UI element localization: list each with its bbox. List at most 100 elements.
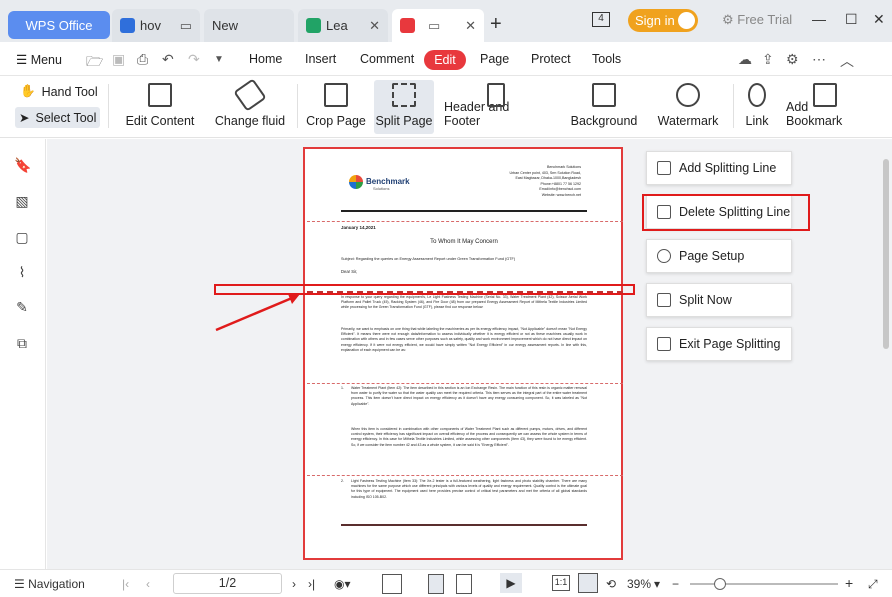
menu-home[interactable]: Home bbox=[249, 52, 282, 66]
attachment-icon[interactable]: ⌇ bbox=[14, 264, 30, 280]
select-tool-button[interactable]: ➤ Select Tool bbox=[15, 107, 101, 128]
menu-tools[interactable]: Tools bbox=[592, 52, 621, 66]
exit-page-splitting-button[interactable]: Exit Page Splitting bbox=[646, 327, 792, 361]
first-page-icon[interactable]: |‹ bbox=[122, 577, 129, 591]
crop-icon bbox=[324, 83, 348, 107]
header-footer-button[interactable]: Header and Footer bbox=[444, 80, 548, 134]
zoom-slider[interactable] bbox=[690, 583, 838, 585]
split-page-button[interactable]: Split Page bbox=[374, 80, 434, 134]
share-icon[interactable]: ⇪ bbox=[762, 51, 774, 68]
rotate-icon[interactable]: ⟲ bbox=[606, 577, 616, 591]
maximize-icon[interactable]: ☐ bbox=[845, 11, 858, 28]
menu-page[interactable]: Page bbox=[480, 52, 509, 66]
list-item-1: Water Treatment Plant (Item 42): The ite… bbox=[351, 386, 587, 406]
splitting-line[interactable] bbox=[307, 475, 623, 476]
menu-edit[interactable]: Edit bbox=[424, 50, 466, 70]
vertical-scrollbar[interactable] bbox=[880, 139, 892, 569]
actual-size-icon[interactable]: 1:1 bbox=[552, 575, 570, 591]
list-marker: 1. bbox=[341, 386, 344, 390]
splitting-line[interactable] bbox=[307, 383, 623, 384]
menu-comment[interactable]: Comment bbox=[360, 52, 414, 66]
save-icon[interactable]: ▣ bbox=[112, 51, 125, 68]
tab-label: hov bbox=[140, 18, 161, 33]
tab-document-2[interactable]: hov ▭ bbox=[112, 9, 200, 42]
list-item-2: Light Fastness Testing Machine (Item 33)… bbox=[351, 479, 587, 499]
zoom-dropdown-icon[interactable]: ▾ bbox=[654, 577, 660, 591]
free-trial-button[interactable]: ⚙ Free Trial bbox=[722, 12, 792, 28]
cloud-icon[interactable]: ☁ bbox=[738, 51, 752, 68]
watermark-button[interactable]: Watermark bbox=[652, 80, 724, 134]
tab-label: WPS Office bbox=[25, 17, 93, 33]
logo-subtext: Solutions bbox=[373, 186, 390, 191]
close-icon[interactable]: ✕ bbox=[369, 18, 380, 34]
open-folder-icon[interactable]: 🗁 bbox=[86, 51, 103, 75]
tab-active-pdf[interactable]: ▭ ✕ bbox=[392, 9, 484, 42]
close-window-icon[interactable]: ✕ bbox=[873, 11, 885, 28]
page-number-input[interactable]: 1/2 bbox=[173, 573, 282, 594]
close-icon[interactable]: ✕ bbox=[465, 18, 476, 34]
play-icon[interactable]: ▶ bbox=[500, 573, 522, 593]
signature-icon[interactable]: ✎ bbox=[14, 299, 30, 315]
single-page-icon[interactable] bbox=[382, 574, 402, 594]
scrollbar-thumb[interactable] bbox=[883, 159, 889, 349]
paragraph-2: Primarily, we want to emphasis on one th… bbox=[341, 327, 587, 352]
background-button[interactable]: Background bbox=[566, 80, 642, 134]
compare-icon[interactable]: ⧉ bbox=[14, 335, 30, 351]
exit-icon bbox=[657, 337, 671, 351]
menu-insert[interactable]: Insert bbox=[305, 52, 336, 66]
sign-in-button[interactable]: Sign in bbox=[628, 9, 698, 32]
splitting-line[interactable] bbox=[307, 221, 623, 222]
sheet-icon bbox=[306, 18, 321, 33]
chevron-down-icon[interactable]: ▼ bbox=[214, 54, 224, 65]
gear-icon bbox=[657, 249, 671, 263]
zoom-level[interactable]: 39% bbox=[627, 577, 651, 591]
edit-content-button[interactable]: Edit Content bbox=[118, 80, 202, 134]
annotation-arrow bbox=[215, 294, 300, 332]
hand-tool-button[interactable]: ✋ Hand Tool bbox=[20, 84, 98, 99]
prev-page-icon[interactable]: ‹ bbox=[146, 577, 150, 591]
tab-wps-office[interactable]: WPS Office bbox=[8, 11, 110, 39]
minimize-icon[interactable]: — bbox=[812, 11, 826, 27]
page-setup-button[interactable]: Page Setup bbox=[646, 239, 792, 273]
last-page-icon[interactable]: ›| bbox=[308, 577, 315, 591]
tab-document-4[interactable]: Lea ✕ bbox=[298, 9, 388, 42]
next-page-icon[interactable]: › bbox=[292, 577, 296, 591]
two-page-icon[interactable] bbox=[456, 574, 472, 594]
more-icon[interactable]: ⋯ bbox=[812, 51, 826, 68]
comment-icon[interactable]: ▢ bbox=[14, 229, 30, 245]
avatar-icon bbox=[678, 12, 695, 29]
eye-icon[interactable]: ◉▾ bbox=[334, 577, 351, 591]
print-icon[interactable]: ⎙ bbox=[137, 51, 148, 68]
menu-bar: ☰ Menu 🗁 ▣ ⎙ ↶ ↷ ▼ Home Insert Comment E… bbox=[0, 42, 892, 76]
tab-count-icon[interactable]: 4 bbox=[592, 12, 610, 27]
split-now-button[interactable]: Split Now bbox=[646, 283, 792, 317]
menu-button[interactable]: ☰ Menu bbox=[16, 52, 62, 67]
navigation-button[interactable]: ☰ Navigation bbox=[14, 577, 85, 591]
address-line: Website: www.bench.net bbox=[541, 192, 581, 197]
menu-protect[interactable]: Protect bbox=[531, 52, 571, 66]
fullscreen-icon[interactable]: ⤢ bbox=[868, 577, 878, 592]
letter-salutation: Dear Sir, bbox=[341, 269, 358, 274]
change-fluid-button[interactable]: Change fluid bbox=[208, 78, 292, 134]
fit-page-icon[interactable] bbox=[578, 573, 598, 593]
settings-icon[interactable]: ⚙ bbox=[786, 51, 799, 68]
zoom-in-icon[interactable]: + bbox=[845, 575, 853, 591]
add-bookmark-button[interactable]: Add Bookmark bbox=[786, 80, 864, 134]
new-tab-button[interactable]: + bbox=[490, 13, 502, 36]
edit-content-icon bbox=[148, 83, 172, 107]
thumbnail-icon[interactable]: ▧ bbox=[14, 193, 30, 209]
link-button[interactable]: Link bbox=[738, 80, 776, 134]
zoom-out-icon[interactable]: − bbox=[672, 577, 679, 591]
continuous-page-icon[interactable] bbox=[428, 574, 444, 594]
divider bbox=[733, 84, 734, 128]
bookmark-panel-icon[interactable]: 🔖 bbox=[14, 157, 31, 173]
add-splitting-line-button[interactable]: Add Splitting Line bbox=[646, 151, 792, 185]
tab-new[interactable]: New bbox=[204, 9, 294, 42]
redo-icon[interactable]: ↷ bbox=[188, 51, 200, 68]
chevron-up-icon[interactable]: ︿ bbox=[840, 51, 854, 71]
undo-icon[interactable]: ↶ bbox=[162, 51, 174, 68]
free-trial-label: Free Trial bbox=[737, 12, 793, 27]
change-fluid-label: Change fluid bbox=[214, 114, 286, 128]
crop-page-button[interactable]: Crop Page bbox=[305, 80, 367, 134]
zoom-slider-thumb[interactable] bbox=[714, 578, 726, 590]
